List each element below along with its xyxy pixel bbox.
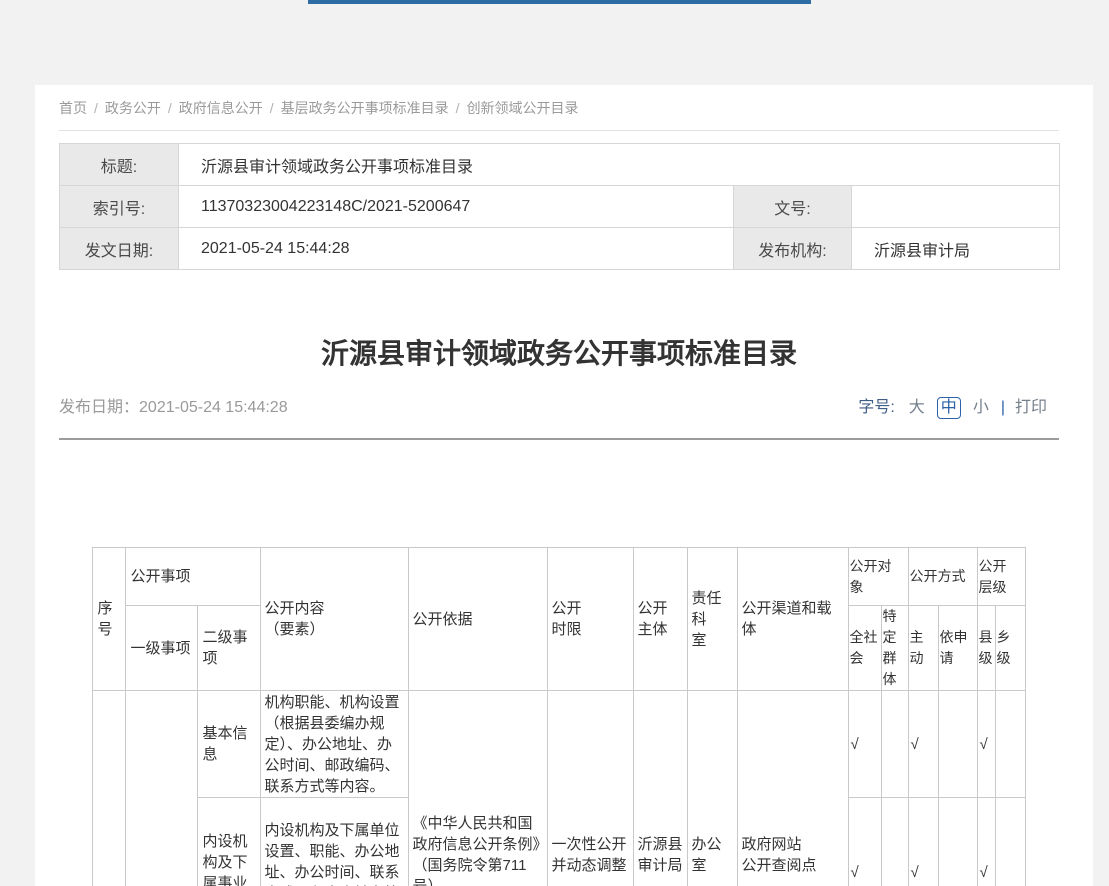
cell-channels: 政府网站 公开查阅点 <box>737 691 848 886</box>
cell-all-society-check: √ <box>848 798 881 886</box>
meta-row-index: 索引号: 11370323004223148C/2021-5200647 文号: <box>60 186 1060 228</box>
header-specific-group: 特 定 群 体 <box>881 606 908 691</box>
meta-index-label: 索引号: <box>60 186 179 228</box>
publish-date: 发布日期：2021-05-24 15:44:28 <box>59 396 288 420</box>
cell-on-request-check <box>938 798 977 886</box>
breadcrumb-zhengwugongkai[interactable]: 政务公开 <box>105 100 161 116</box>
breadcrumb-home[interactable]: 首页 <box>59 100 87 116</box>
meta-docnum-value <box>852 186 1060 228</box>
cell-township-check <box>995 798 1025 886</box>
cell-township-check <box>995 691 1025 798</box>
catalog-header-row-1: 序 号 公开事项 公开内容 （要素） 公开依据 公开 时限 公开 主体 责任科 … <box>93 548 1025 606</box>
cell-time-limit: 一次性公开并动态调整 <box>547 691 633 886</box>
content-panel: 首页 / 政务公开 / 政府信息公开 / 基层政务公开事项标准目录 / 创新领域公开目录 标题:… <box>35 85 1093 886</box>
cell-content: 机构职能、机构设置（根据县委编办规定）、办公地址、办公时间、邮政编码、联系方式等… <box>260 691 408 798</box>
breadcrumb-biaozhunmulu[interactable]: 基层政务公开事项标准目录 <box>281 100 449 116</box>
header-level1-item: 一级事项 <box>126 606 198 691</box>
meta-row-date: 发文日期: 2021-05-24 15:44:28 发布机构: 沂源县审计局 <box>60 228 1060 270</box>
breadcrumb-separator: / <box>94 100 98 116</box>
meta-index-value: 11370323004223148C/2021-5200647 <box>179 186 734 228</box>
cell-level2-item: 基本信息 <box>198 691 260 798</box>
header-on-request: 依申 请 <box>938 606 977 691</box>
meta-org-value: 沂源县审计局 <box>852 228 1060 270</box>
breadcrumb-separator: / <box>270 100 274 116</box>
cell-all-society-check: √ <box>848 691 881 798</box>
header-public-content: 公开内容 （要素） <box>260 548 408 691</box>
breadcrumb-current[interactable]: 创新领域公开目录 <box>467 100 579 116</box>
header-public-target: 公开对 象 <box>848 548 908 606</box>
table-row: 基本信息 机构职能、机构设置（根据县委编办规定）、办公地址、办公时间、邮政编码、… <box>93 691 1025 798</box>
header-all-society: 全社 会 <box>848 606 881 691</box>
print-button[interactable]: 打印 <box>1015 396 1047 420</box>
cell-content: 内设机构及下属单位设置、职能、办公地址、办公时间、联系方式、负责人姓名等内容。 <box>260 798 408 886</box>
meta-org-label: 发布机构: <box>734 228 852 270</box>
header-public-level: 公开 层级 <box>977 548 1025 606</box>
header-level2-item: 二级事 项 <box>198 606 260 691</box>
font-size-tools: 字号: 大 中 小 | 打印 <box>858 396 1047 420</box>
cell-level2-item: 内设机构及下属事业单位 <box>198 798 260 886</box>
tools-separator: | <box>1001 396 1005 420</box>
header-public-subject: 公开 主体 <box>633 548 687 691</box>
header-active: 主 动 <box>908 606 938 691</box>
content-divider <box>59 438 1059 440</box>
header-responsible-dept: 责任科 室 <box>687 548 737 691</box>
header-time-limit: 公开 时限 <box>547 548 633 691</box>
font-size-label: 字号: <box>858 396 894 420</box>
cell-basis: 《中华人民共和国政府信息公开条例》（国务院令第711号） <box>408 691 547 886</box>
cell-specific-group-check <box>881 798 908 886</box>
header-county-level: 县 级 <box>977 606 995 691</box>
article-info-row: 发布日期：2021-05-24 15:44:28 字号: 大 中 小 | 打印 <box>59 396 1059 420</box>
cell-level1-item <box>126 691 198 886</box>
cell-specific-group-check <box>881 691 908 798</box>
meta-date-label: 发文日期: <box>60 228 179 270</box>
breadcrumb-separator: / <box>168 100 172 116</box>
meta-title-label: 标题: <box>60 144 179 186</box>
font-size-medium-button[interactable]: 中 <box>937 397 961 419</box>
publish-date-value: 2021-05-24 15:44:28 <box>139 399 288 416</box>
cell-active-check: √ <box>908 798 938 886</box>
document-meta-table: 标题: 沂源县审计领域政务公开事项标准目录 索引号: 1137032300422… <box>59 143 1060 270</box>
cell-subject: 沂源县审计局 <box>633 691 687 886</box>
header-public-items: 公开事项 <box>126 548 260 606</box>
cell-serial <box>93 691 126 886</box>
page-title: 沂源县审计领域政务公开事项标准目录 <box>59 336 1059 372</box>
breadcrumb-separator: / <box>456 100 460 116</box>
meta-docnum-label: 文号: <box>734 186 852 228</box>
cell-county-check: √ <box>977 798 995 886</box>
header-township-level: 乡 级 <box>995 606 1025 691</box>
cell-on-request-check <box>938 691 977 798</box>
publish-date-label: 发布日期： <box>59 399 139 416</box>
cell-department: 办公室 <box>687 691 737 886</box>
breadcrumb-xinxigongkai[interactable]: 政府信息公开 <box>179 100 263 116</box>
font-size-large-button[interactable]: 大 <box>909 396 925 420</box>
header-serial-number: 序 号 <box>93 548 126 691</box>
meta-title-value: 沂源县审计领域政务公开事项标准目录 <box>179 144 1060 186</box>
top-nav-remnant-bar <box>308 0 811 4</box>
catalog-table: 序 号 公开事项 公开内容 （要素） 公开依据 公开 时限 公开 主体 责任科 … <box>92 547 1025 886</box>
meta-date-value: 2021-05-24 15:44:28 <box>179 228 734 270</box>
breadcrumb: 首页 / 政务公开 / 政府信息公开 / 基层政务公开事项标准目录 / 创新领域公开目录 <box>59 85 1059 131</box>
header-public-method: 公开方式 <box>908 548 977 606</box>
font-size-small-button[interactable]: 小 <box>973 396 989 420</box>
header-public-basis: 公开依据 <box>408 548 547 691</box>
cell-active-check: √ <box>908 691 938 798</box>
meta-row-title: 标题: 沂源县审计领域政务公开事项标准目录 <box>60 144 1060 186</box>
header-channels: 公开渠道和载 体 <box>737 548 848 691</box>
cell-county-check: √ <box>977 691 995 798</box>
